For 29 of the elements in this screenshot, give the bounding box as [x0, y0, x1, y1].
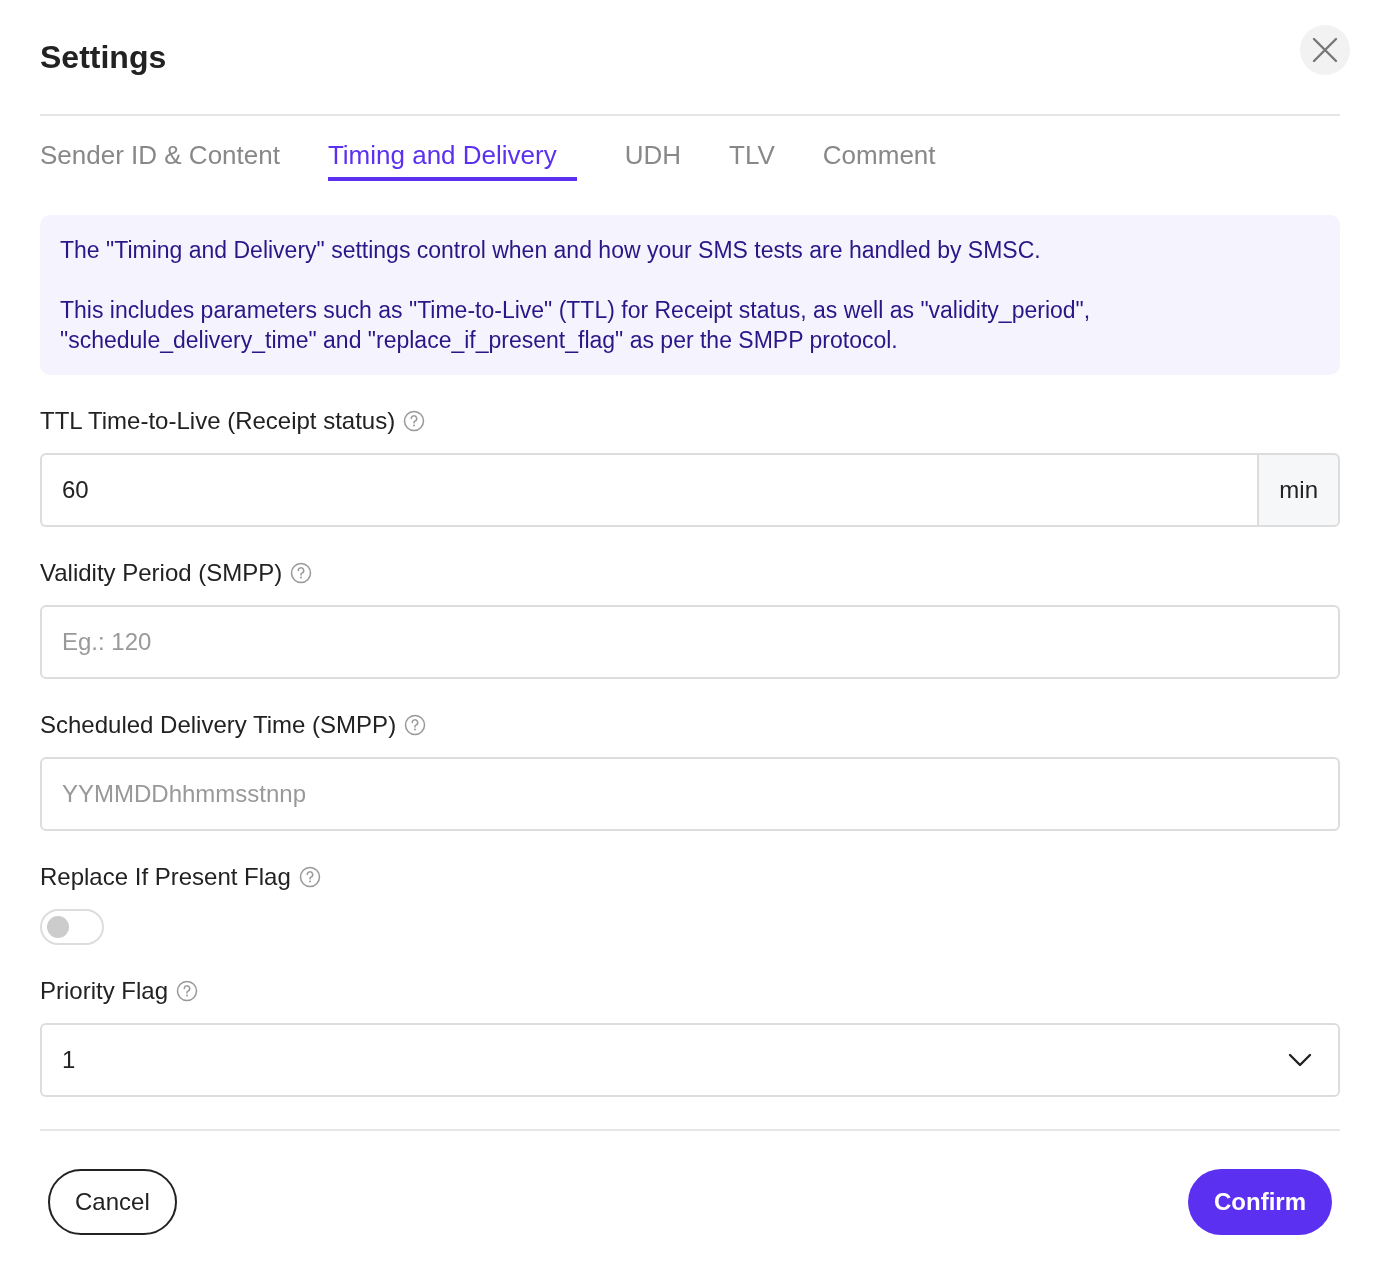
tab[interactable]: Sender ID & Content: [40, 140, 280, 181]
info-text: The "Timing and Delivery" settings control when and how your SMS tests are handled by SMSC.: [60, 236, 1042, 265]
unit-label: min: [1257, 453, 1340, 527]
tab[interactable]: Timing and Delivery: [327, 140, 577, 181]
field-label: TTL Time-to-Live (Receipt status): [40, 407, 396, 435]
tab[interactable]: UDH: [624, 140, 682, 181]
help-icon[interactable]: [298, 866, 321, 888]
tab[interactable]: TLV: [729, 140, 775, 181]
confirm-button[interactable]: Confirm: [1188, 1169, 1332, 1235]
field-label: Replace If Present Flag: [40, 863, 291, 891]
dialog-title: Settings: [40, 38, 167, 76]
field-label: Scheduled Delivery Time (SMPP): [40, 711, 397, 739]
help-icon[interactable]: [290, 562, 313, 584]
help-icon[interactable]: [403, 410, 426, 432]
help-icon[interactable]: [176, 980, 199, 1002]
field-label: Validity Period (SMPP): [40, 559, 283, 587]
tab[interactable]: Comment: [822, 140, 936, 181]
toggle-switch[interactable]: [40, 909, 104, 945]
help-icon[interactable]: [404, 714, 427, 736]
input-field[interactable]: Eg.: 120: [40, 605, 1340, 679]
close-button[interactable]: [1300, 25, 1350, 75]
select-field[interactable]: 1: [40, 1023, 1340, 1097]
input-field[interactable]: 60: [40, 453, 1258, 527]
input-field[interactable]: YYMMDDhhmmsstnnp: [40, 757, 1340, 831]
close-icon: [1311, 36, 1339, 64]
field-label: Priority Flag: [40, 977, 169, 1005]
cancel-button[interactable]: Cancel: [48, 1169, 177, 1235]
chevron-down-icon: [1288, 1053, 1312, 1067]
info-text: This includes parameters such as "Time-to-Live" (TTL) for Receipt status, as well as "validity_period", "schedule_delivery_time" and "replace_if_present_flag" as per the SMPP protocol.: [60, 296, 1092, 355]
